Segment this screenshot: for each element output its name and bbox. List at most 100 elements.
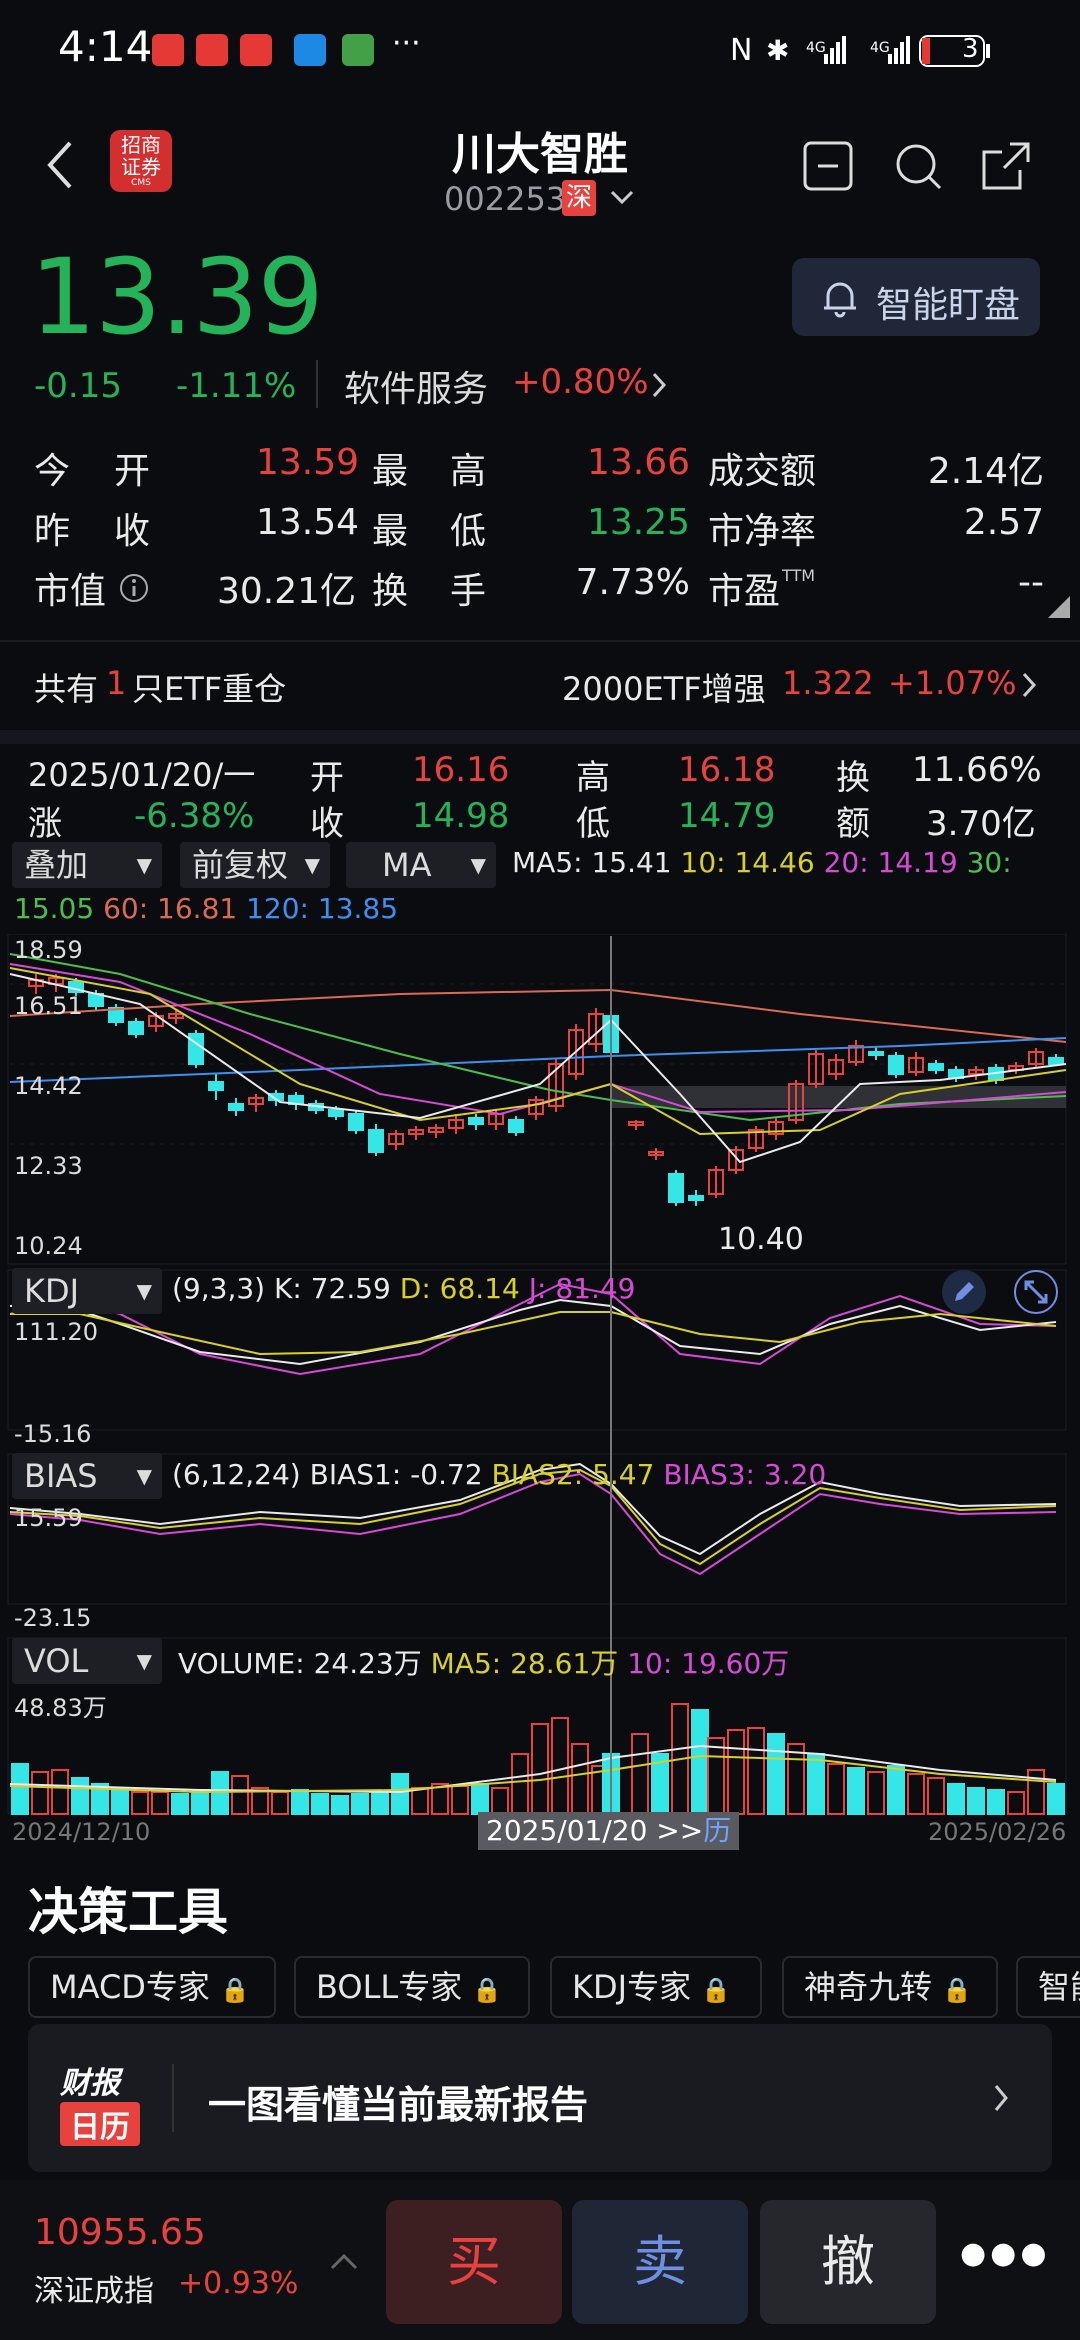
lock-icon: 🔒 [701,1976,732,2004]
candle-body [688,1195,704,1201]
candle [648,1148,664,1160]
candle [848,1040,864,1066]
tool-magic-nine[interactable]: 神奇九转 🔒 [782,1956,998,2018]
candle [108,1004,124,1026]
battery-level: 3 [962,34,979,64]
search-icon[interactable] [892,140,944,192]
stat-value-prev-close: 13.54 [256,502,360,543]
tool-boll[interactable]: BOLL专家 🔒 [294,1956,530,2018]
dropdown-label: MA [382,846,432,884]
sell-button[interactable]: 卖 [572,2200,748,2324]
more-icon[interactable]: ●●● [960,2236,1051,2271]
sector-name[interactable]: 软件服务 [344,360,488,412]
stock-code[interactable]: 002253 [444,180,566,218]
candle [668,1170,684,1206]
volume-bar [271,1791,289,1815]
candle [508,1116,524,1136]
history-link[interactable]: 历 [703,1814,731,1847]
adjust-dropdown[interactable]: 前复权 ▼ [180,842,330,888]
info-label: 高 [576,758,610,798]
indicator-dropdown[interactable]: MA ▼ [346,842,496,888]
buy-button[interactable]: 买 [386,2200,562,2324]
candle [428,1124,444,1138]
vol-dropdown[interactable]: VOL ▼ [12,1638,162,1684]
bias3: BIAS3: 3.20 [663,1458,827,1491]
banner-text: 一图看懂当前最新报告 [208,2083,589,2127]
volume-bar [211,1771,229,1815]
trademark-mark: TTM [782,566,816,585]
chevron-up-icon[interactable] [330,2252,358,2272]
ma10-label: 10: 14.46 [680,846,815,879]
volume-panel[interactable] [9,1703,1065,1815]
market-badge[interactable]: 深 [562,180,597,216]
candle [448,1114,464,1134]
overlay-dropdown[interactable]: 叠加 ▼ [12,842,162,888]
stock-header: 招商 证券 CMS 川大智胜 002253 深 [0,100,1080,220]
volume-bar [787,1743,805,1815]
minimize-icon[interactable] [802,140,854,192]
chevron-right-icon[interactable] [650,370,668,400]
volume-bar [571,1743,589,1815]
kdj-params: (9,3,3) [172,1272,266,1305]
candle-info: 2025/01/20/一 开 16.16 高 16.18 换 11.66% 涨 … [0,744,1080,844]
svg-text:4G: 4G [806,40,826,56]
kline-panel[interactable] [9,953,1067,1206]
info-label: 低 [576,804,610,844]
kdj-dropdown[interactable]: KDJ ▼ [12,1268,162,1314]
candle [248,1094,264,1112]
candle-body [128,1021,144,1035]
chevron-right-icon[interactable] [1020,670,1038,700]
earnings-calendar-banner[interactable]: 财报 日历 一图看懂当前最新报告 [28,2024,1052,2172]
status-bar: 4:14 ··· N ✱ 4G 4G 3 [0,0,1080,100]
info-icon[interactable] [118,572,150,604]
tool-macd[interactable]: MACD专家 🔒 [28,1956,276,2018]
candle [1028,1048,1044,1068]
tool-smart[interactable]: 智能 [1016,1956,1080,2018]
price-change-percent: -1.11% [176,366,297,406]
volume-bar [511,1753,529,1815]
volume-bar [887,1765,905,1815]
date-end: 2025/02/26 [928,1818,1067,1846]
section-gap [0,730,1080,744]
cancel-order-button[interactable]: 撤 [760,2200,936,2324]
stat-label: 开 [114,451,151,492]
info-label: 换 [836,758,870,798]
tool-kdj[interactable]: KDJ专家 🔒 [550,1956,762,2018]
index-value[interactable]: 10955.65 [34,2212,206,2253]
sector-change[interactable]: +0.80% [512,362,649,402]
index-name[interactable]: 深证成指 [34,2266,154,2310]
etf-row[interactable]: 共有 1 只ETF重仓 2000ETF增强 1.322 +1.07% [0,640,1080,730]
candle-body [868,1051,884,1056]
index-change[interactable]: +0.93% [178,2266,298,2301]
bias-dropdown[interactable]: BIAS ▼ [12,1453,162,1499]
stat-label: 昨 [34,511,71,552]
candle [948,1066,964,1082]
notification-icon [240,34,272,66]
smart-watch-button[interactable]: 智能盯盘 [792,258,1040,336]
candle-low: 14.79 [678,796,776,836]
expand-corner-icon[interactable] [1048,596,1070,618]
edit-icon[interactable] [940,1268,988,1316]
candle-body [228,1103,244,1111]
bias1: BIAS1: -0.72 [309,1458,483,1491]
kdj-d-line [10,1311,1057,1356]
candle [708,1166,724,1198]
chevron-down-icon[interactable] [608,188,636,208]
caret-down-icon: ▼ [136,1464,152,1488]
cursor-date[interactable]: 2025/01/20 >>历 [478,1812,740,1850]
stat-value-high: 13.66 [586,442,690,483]
svg-text:✱: ✱ [766,34,789,67]
fullscreen-icon[interactable] [1012,1268,1060,1316]
bias-params: (6,12,24) [172,1458,301,1491]
ma-legend: MA5: 15.41 10: 14.46 20: 14.19 30: [512,846,1012,879]
stock-chart[interactable] [0,934,1080,1854]
kdj-j: J: 81.49 [528,1272,636,1305]
ma120-label: 120: 13.85 [246,892,399,925]
share-icon[interactable] [980,140,1032,192]
dropdown-label: 叠加 [24,846,89,884]
volume-bar [171,1793,189,1815]
stat-value-pe: -- [1018,562,1044,603]
candle-turnover: 11.66% [912,750,1042,790]
etf-change: +1.07% [888,664,1017,702]
candle-close: 14.98 [412,796,510,836]
